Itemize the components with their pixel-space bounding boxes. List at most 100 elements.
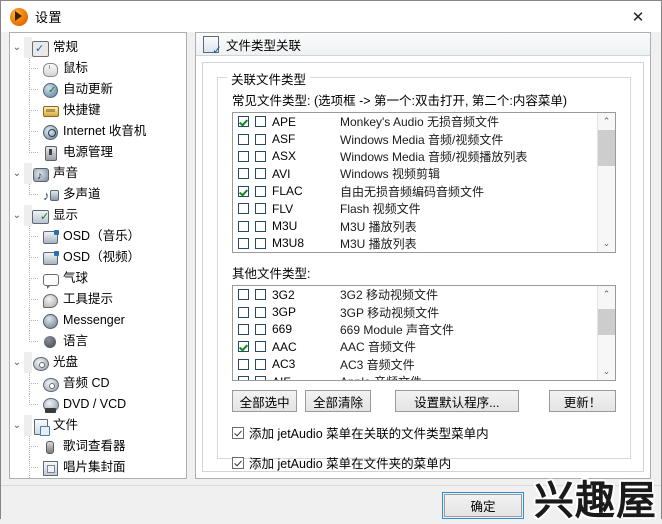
common-menu-checkbox[interactable] bbox=[255, 133, 266, 145]
list-item[interactable]: APE Monkey's Audio 无损音频文件 bbox=[233, 113, 597, 130]
sidebar-item-10[interactable]: OSD（视频） bbox=[10, 247, 186, 268]
expander-icon[interactable]: ⌄ bbox=[10, 352, 24, 373]
common-open-checkbox[interactable] bbox=[238, 168, 249, 180]
option-checkbox[interactable] bbox=[232, 456, 244, 469]
expander-icon[interactable]: ⌄ bbox=[10, 37, 24, 58]
common-menu-checkbox[interactable] bbox=[255, 220, 266, 232]
other-open-checkbox[interactable] bbox=[238, 323, 249, 335]
common-open-checkbox[interactable] bbox=[238, 185, 249, 197]
common-menu-checkbox[interactable] bbox=[255, 237, 266, 249]
close-icon[interactable]: ✕ bbox=[615, 1, 661, 32]
dialog-body: ⌄ 常规鼠标自动更新快捷键 Internet 收音机电源管理 ⌄ 声音多声道 ⌄ 显示 OSD… bbox=[1, 32, 661, 485]
common-types-scrollbar[interactable]: ⌃ ⌄ bbox=[597, 113, 615, 252]
scroll-up-icon[interactable]: ⌃ bbox=[598, 286, 615, 303]
list-item[interactable]: AAC AAC 音频文件 bbox=[233, 338, 597, 355]
sidebar-item-14[interactable]: 语言 bbox=[10, 331, 186, 352]
list-item[interactable]: M3U8 M3U 播放列表 bbox=[233, 235, 597, 252]
common-open-checkbox[interactable] bbox=[238, 237, 249, 249]
common-types-listbox[interactable]: APE Monkey's Audio 无损音频文件 ASF Windows Media… bbox=[232, 112, 616, 253]
sidebar-item-8[interactable]: ⌄ 显示 bbox=[10, 205, 186, 228]
scroll-down-icon[interactable]: ⌄ bbox=[598, 235, 615, 252]
sidebar-item-2[interactable]: 自动更新 bbox=[10, 79, 186, 101]
clear-all-button[interactable]: 全部清除 bbox=[305, 390, 371, 412]
option-row[interactable]: 添加 jetAudio 菜单在文件夹的菜单内 bbox=[232, 453, 616, 472]
common-menu-checkbox[interactable] bbox=[255, 150, 266, 162]
list-item[interactable]: AVI Windows 视频剪辑 bbox=[233, 165, 597, 182]
expander-icon[interactable]: ⌄ bbox=[10, 163, 24, 184]
list-item[interactable]: 669 669 Module 声音文件 bbox=[233, 321, 597, 338]
sidebar-item-4[interactable]: Internet 收音机 bbox=[10, 121, 186, 142]
sidebar-item-5[interactable]: 电源管理 bbox=[10, 142, 186, 163]
sidebar-item-13[interactable]: Messenger bbox=[10, 310, 186, 331]
dialog-footer: 确定 兴趣屋 bbox=[1, 481, 661, 524]
list-item[interactable]: ASF Windows Media 音频/视频文件 bbox=[233, 130, 597, 147]
sidebar-item-0[interactable]: ⌄ 常规 bbox=[10, 37, 186, 60]
sidebar-item-15[interactable]: ⌄ 光盘 bbox=[10, 352, 186, 373]
other-open-checkbox[interactable] bbox=[238, 358, 249, 370]
sidebar-item-12[interactable]: 工具提示 bbox=[10, 289, 186, 310]
sidebar-item-1[interactable]: 鼠标 bbox=[10, 58, 186, 79]
settings-tree-pane[interactable]: ⌄ 常规鼠标自动更新快捷键 Internet 收音机电源管理 ⌄ 声音多声道 ⌄ 显示 OSD… bbox=[9, 32, 187, 479]
other-open-checkbox[interactable] bbox=[238, 289, 249, 301]
scroll-track[interactable] bbox=[598, 303, 615, 363]
other-menu-checkbox[interactable] bbox=[255, 341, 266, 353]
sidebar-item-3[interactable]: 快捷键 bbox=[10, 100, 186, 121]
sidebar-item-label: DVD / VCD bbox=[63, 397, 127, 411]
common-open-checkbox[interactable] bbox=[238, 116, 249, 128]
sidebar-item-9[interactable]: OSD（音乐） bbox=[10, 226, 186, 247]
common-menu-checkbox[interactable] bbox=[255, 116, 266, 128]
sidebar-item-6[interactable]: ⌄ 声音 bbox=[10, 163, 186, 187]
sidebar-item-16[interactable]: 音频 CD bbox=[10, 373, 186, 394]
sidebar-item-19[interactable]: 歌词查看器 bbox=[10, 436, 186, 457]
file-description: M3U 播放列表 bbox=[340, 219, 417, 234]
other-types-scrollbar[interactable]: ⌃ ⌄ bbox=[597, 286, 615, 380]
common-menu-checkbox[interactable] bbox=[255, 203, 266, 215]
other-menu-checkbox[interactable] bbox=[255, 376, 266, 380]
other-menu-checkbox[interactable] bbox=[255, 358, 266, 370]
expander-icon[interactable]: ⌄ bbox=[10, 415, 24, 436]
update-button[interactable]: 更新！ bbox=[548, 390, 616, 412]
sidebar-item-20[interactable]: 唱片集封面 bbox=[10, 457, 186, 478]
watermark-text: 兴趣屋 bbox=[534, 478, 657, 524]
list-item[interactable]: FLAC 自由无损音频编码音频文件 bbox=[233, 183, 597, 200]
option-checkbox[interactable] bbox=[232, 426, 244, 439]
other-types-listbox[interactable]: 3G2 3G2 移动视频文件 3GP 3GP 移动视频文件 669 669 Module … bbox=[232, 285, 616, 381]
scroll-track[interactable] bbox=[598, 130, 615, 235]
common-menu-checkbox[interactable] bbox=[255, 185, 266, 197]
list-item[interactable]: FLV Flash 视频文件 bbox=[233, 200, 597, 217]
option-row[interactable]: 添加 jetAudio 菜单在关联的文件类型菜单内 bbox=[232, 423, 616, 442]
ok-button[interactable]: 确定 bbox=[442, 492, 524, 519]
other-menu-checkbox[interactable] bbox=[255, 306, 266, 318]
list-item[interactable]: 3G2 3G2 移动视频文件 bbox=[233, 286, 597, 303]
common-open-checkbox[interactable] bbox=[238, 203, 249, 215]
list-item[interactable]: M3U M3U 播放列表 bbox=[233, 217, 597, 234]
list-item[interactable]: AIFApple 音频文件 bbox=[233, 373, 597, 380]
scroll-down-icon[interactable]: ⌄ bbox=[598, 363, 615, 380]
scroll-up-icon[interactable]: ⌃ bbox=[598, 113, 615, 130]
list-item[interactable]: ASX Windows Media 音频/视频播放列表 bbox=[233, 148, 597, 165]
other-menu-checkbox[interactable] bbox=[255, 323, 266, 335]
select-all-button[interactable]: 全部选中 bbox=[232, 390, 298, 412]
sidebar-item-label: Internet 收音机 bbox=[63, 124, 147, 138]
list-item[interactable]: 3GP 3GP 移动视频文件 bbox=[233, 303, 597, 320]
common-open-checkbox[interactable] bbox=[238, 150, 249, 162]
other-open-checkbox[interactable] bbox=[238, 306, 249, 318]
sidebar-item-21[interactable]: 文件类型关联 bbox=[10, 478, 186, 479]
sidebar-item-7[interactable]: 多声道 bbox=[10, 184, 186, 206]
sidebar-item-18[interactable]: ⌄ 文件 bbox=[10, 415, 186, 436]
other-open-checkbox[interactable] bbox=[238, 341, 249, 353]
sidebar-item-11[interactable]: 气球 bbox=[10, 268, 186, 289]
sidebar-item-17[interactable]: DVD / VCD bbox=[10, 394, 186, 415]
other-open-checkbox[interactable] bbox=[238, 376, 249, 380]
scroll-thumb[interactable] bbox=[598, 130, 615, 166]
file-extension: FLAC bbox=[272, 184, 303, 199]
messenger-icon bbox=[42, 313, 59, 329]
set-default-program-button[interactable]: 设置默认程序... bbox=[394, 390, 519, 412]
common-open-checkbox[interactable] bbox=[238, 133, 249, 145]
scroll-thumb[interactable] bbox=[598, 309, 615, 335]
other-menu-checkbox[interactable] bbox=[255, 289, 266, 301]
expander-icon[interactable]: ⌄ bbox=[10, 205, 24, 226]
common-open-checkbox[interactable] bbox=[238, 220, 249, 232]
common-menu-checkbox[interactable] bbox=[255, 168, 266, 180]
list-item[interactable]: AC3 AC3 音频文件 bbox=[233, 356, 597, 373]
